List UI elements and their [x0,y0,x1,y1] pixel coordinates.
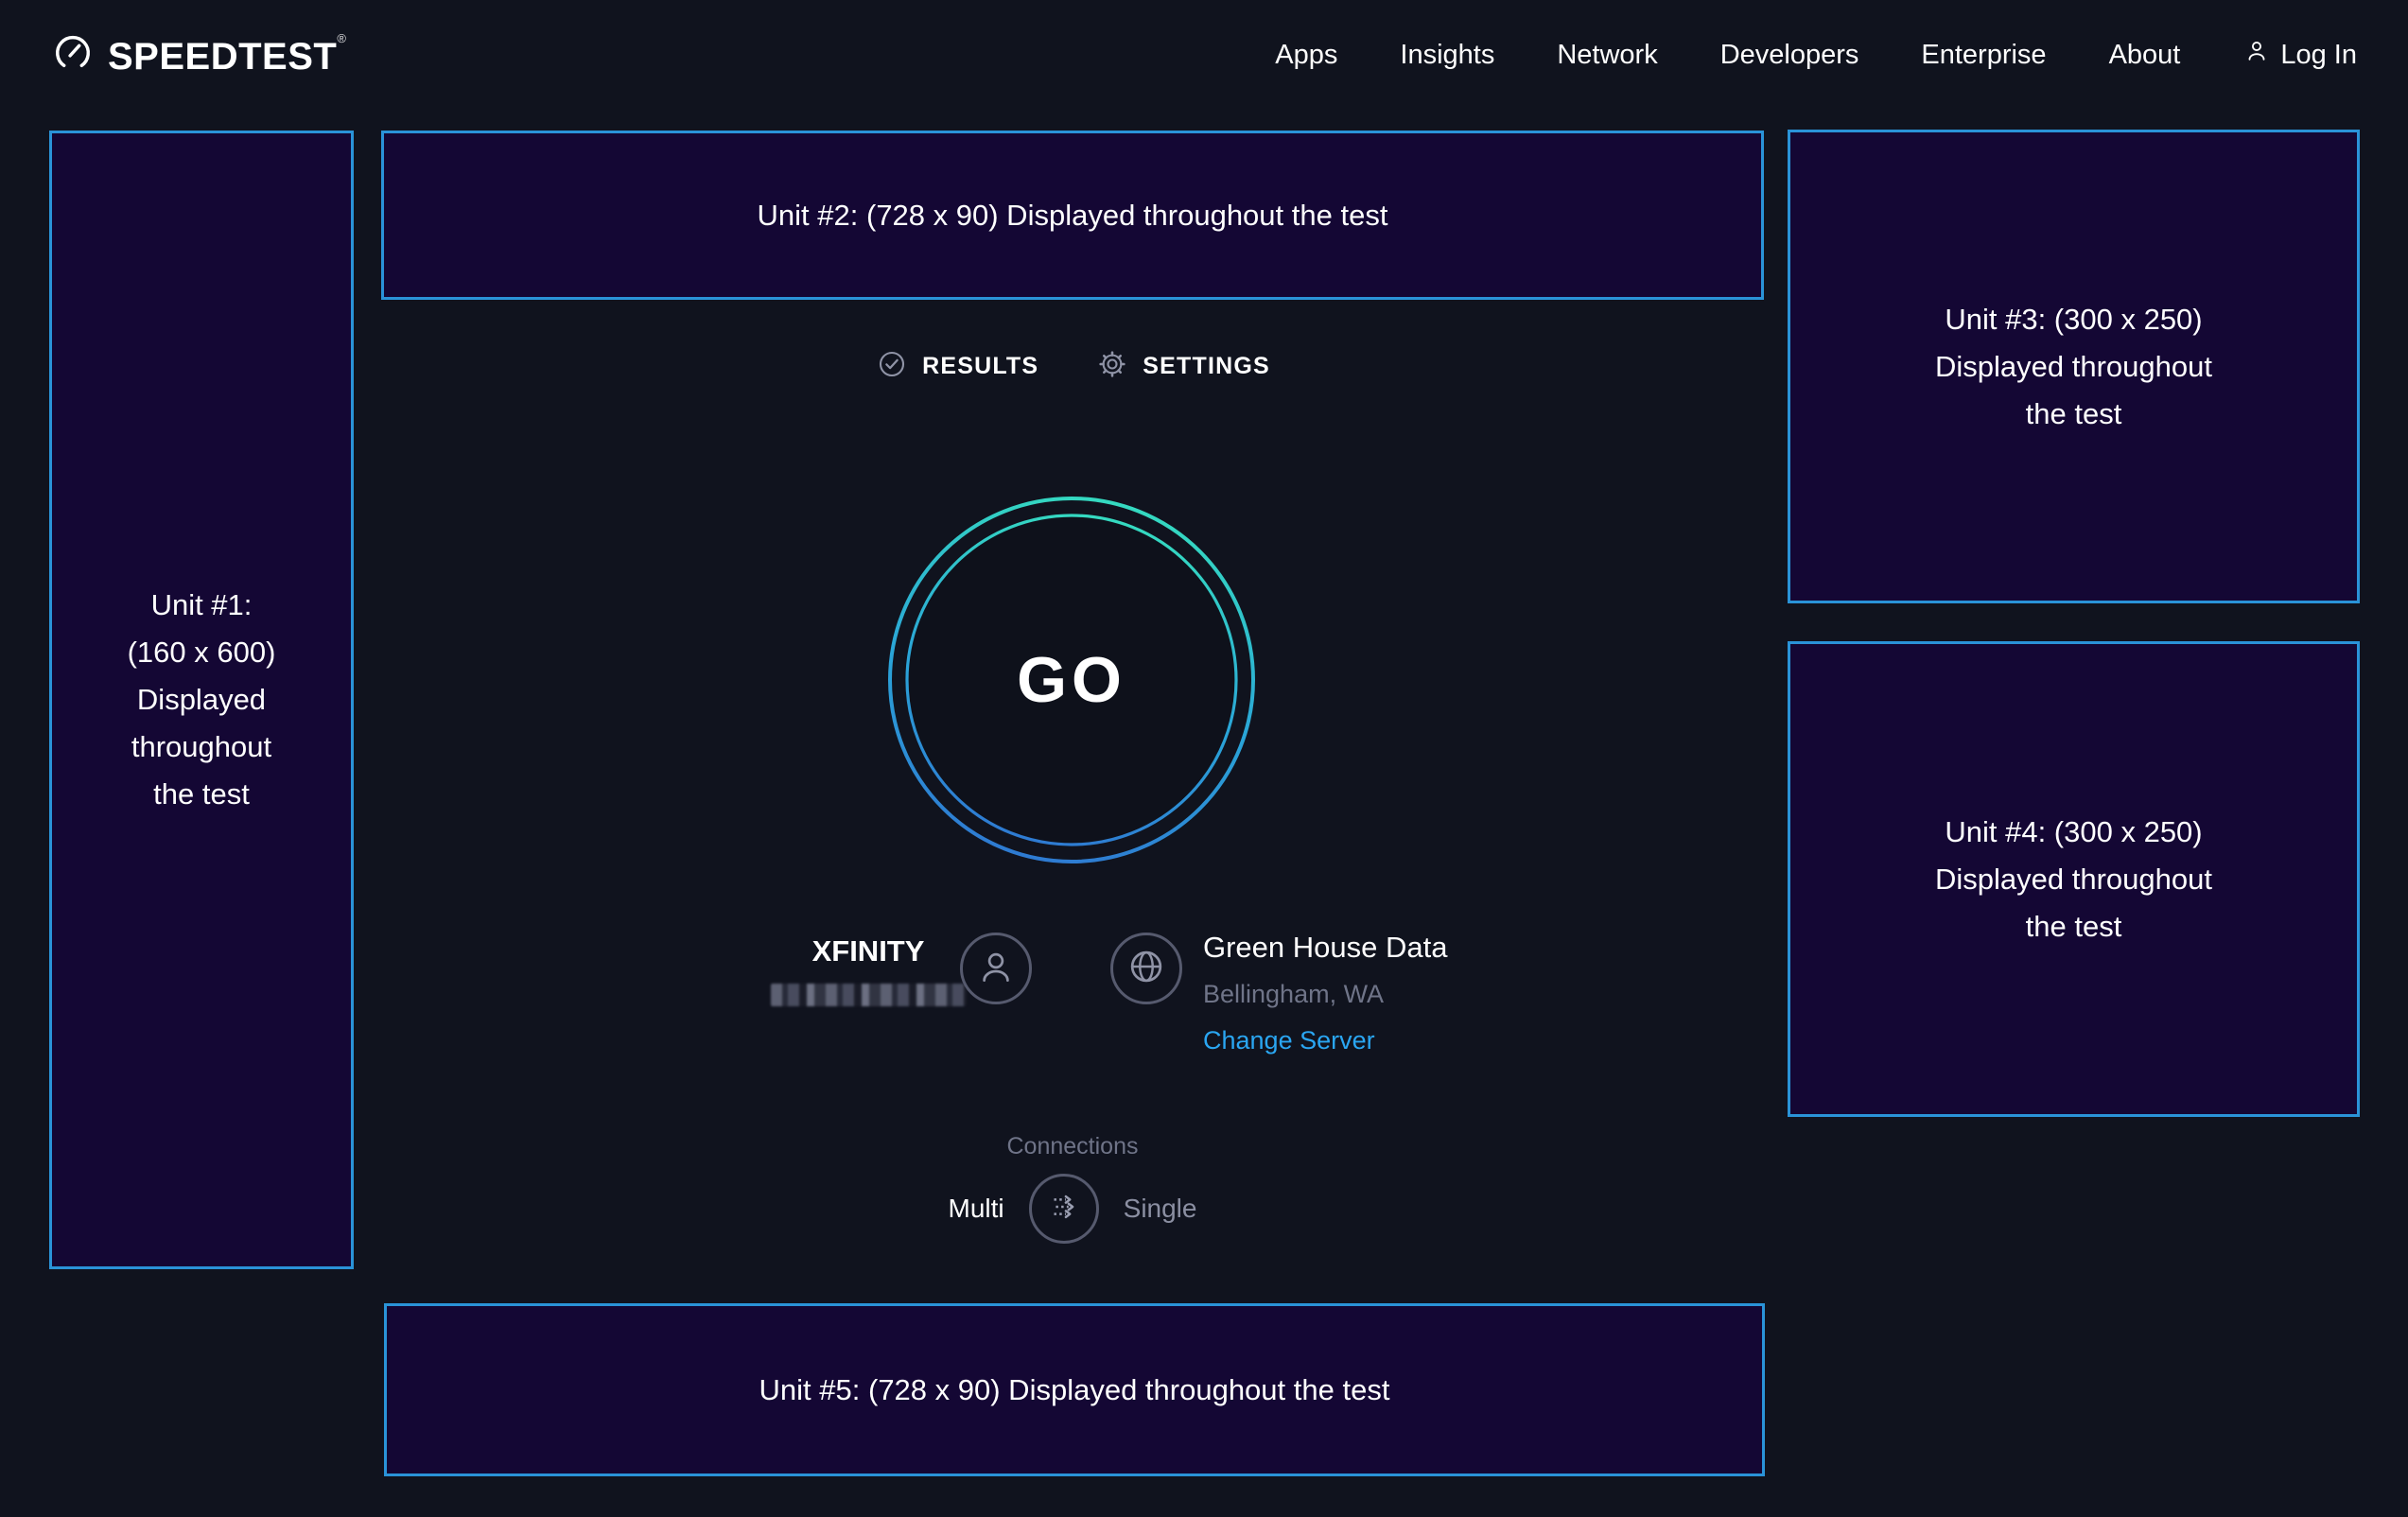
tab-settings[interactable]: SETTINGS [1095,347,1270,386]
ad-unit-4-text: Unit #4: (300 x 250)Displayed throughout… [1935,809,2212,950]
connections-toggle-button[interactable] [1029,1174,1099,1244]
go-button[interactable]: GO [882,491,1261,869]
nav-item-developers[interactable]: Developers [1720,40,1859,71]
tab-settings-label: SETTINGS [1143,353,1270,380]
multi-connections-arrows-icon [1042,1185,1086,1233]
ad-unit-1[interactable]: Unit #1:(160 x 600)Displayedthroughoutth… [49,131,354,1269]
isp-user-badge [960,933,1032,1004]
speedtest-page: SPEEDTEST® Apps Insights Network Develop… [0,0,2408,1517]
ad-unit-3-text: Unit #3: (300 x 250)Displayed throughout… [1935,296,2212,438]
connections-mode-single[interactable]: Single [1124,1194,1197,1224]
connections-title: Connections [381,1133,1764,1160]
check-circle-icon [875,347,909,386]
isp-info: XFINITY [750,934,986,1011]
person-icon [975,946,1017,992]
trademark-mark: ® [337,31,346,45]
nav-item-insights[interactable]: Insights [1400,40,1494,71]
nav-menu: Apps Insights Network Developers Enterpr… [1275,37,2357,73]
view-tabs: RESULTS [381,333,1764,399]
speedometer-icon [51,31,95,79]
server-location: Bellingham, WA [1203,980,1447,1009]
connections-mode-multi[interactable]: Multi [949,1194,1004,1224]
user-icon [2242,37,2271,73]
nav-item-network[interactable]: Network [1557,40,1657,71]
change-server-link[interactable]: Change Server [1203,1026,1447,1055]
tab-results-label: RESULTS [922,353,1038,380]
ad-unit-3[interactable]: Unit #3: (300 x 250)Displayed throughout… [1788,130,2360,603]
login-button[interactable]: Log In [2242,37,2357,73]
go-button-label: GO [882,491,1261,869]
nav-item-enterprise[interactable]: Enterprise [1921,40,2046,71]
ad-unit-5-text: Unit #5: (728 x 90) Displayed throughout… [759,1367,1390,1414]
top-nav: SPEEDTEST® Apps Insights Network Develop… [0,0,2408,110]
login-label: Log In [2280,40,2357,71]
ad-unit-4[interactable]: Unit #4: (300 x 250)Displayed throughout… [1788,641,2360,1117]
tab-results[interactable]: RESULTS [875,347,1038,386]
nav-item-about[interactable]: About [2109,40,2181,71]
nav-item-apps[interactable]: Apps [1275,40,1337,71]
gear-icon [1095,347,1129,386]
server-info: Green House Data Bellingham, WA Change S… [1203,931,1447,1055]
isp-name: XFINITY [750,934,986,968]
masked-ip-address [771,984,967,1006]
ad-unit-5[interactable]: Unit #5: (728 x 90) Displayed throughout… [384,1303,1765,1476]
server-globe-badge [1110,933,1182,1004]
ad-unit-2[interactable]: Unit #2: (728 x 90) Displayed throughout… [381,131,1764,300]
ad-unit-2-text: Unit #2: (728 x 90) Displayed throughout… [758,192,1388,239]
connections-toggle-row: Multi Single [381,1174,1764,1244]
connections-section: Connections Multi Single [381,1133,1764,1244]
server-name: Green House Data [1203,931,1447,965]
speedtest-logo[interactable]: SPEEDTEST® [51,31,346,79]
brand-name: SPEEDTEST® [108,31,346,78]
ad-unit-1-text: Unit #1:(160 x 600)Displayedthroughoutth… [128,582,276,818]
globe-icon [1125,945,1168,993]
